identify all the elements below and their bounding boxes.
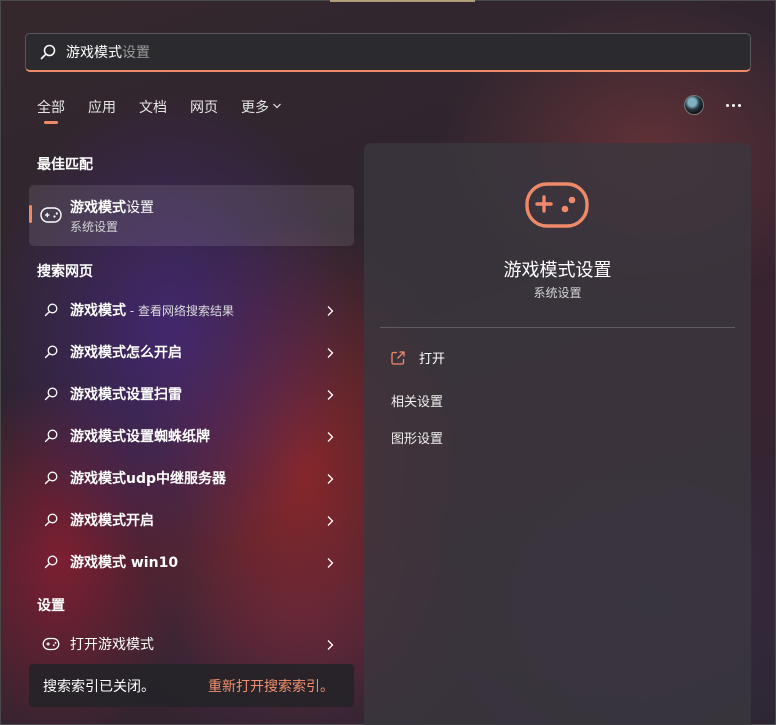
dot-icon [731,103,735,107]
search-icon [44,345,58,359]
related-settings-heading: 相关设置 [391,395,444,410]
web-result-label: 游戏模式开启 [70,510,154,530]
web-result-bold: 游戏模式udp中继服务器 [70,471,227,487]
search-typed-text: 游戏模式 [66,45,122,61]
web-result-bold: 游戏模式设置扫雷 [70,387,182,403]
web-result-item[interactable]: 游戏模式设置蜘蛛纸牌 [29,417,354,455]
web-search-heading: 搜索网页 [37,264,93,280]
best-match-title-rest: 设置 [126,200,154,216]
chevron-right-icon [327,306,334,316]
web-result-label: 游戏模式 win10 [70,552,178,572]
search-icon [44,471,58,485]
settings-heading: 设置 [37,598,65,614]
web-result-label: 游戏模式设置蜘蛛纸牌 [70,426,210,446]
search-suggestion-text: 设置 [122,45,150,61]
graphics-settings-link[interactable]: 图形设置 [391,428,443,447]
web-result-bold: 游戏模式开启 [70,513,154,529]
chevron-right-icon [327,516,334,526]
best-match-title-bold: 游戏模式 [70,200,126,216]
web-result-label: 游戏模式 - 查看网络搜索结果 [70,300,234,320]
chevron-right-icon [327,474,334,484]
detail-title: 游戏模式设置 [503,260,612,281]
web-result-item[interactable]: 游戏模式 win10 [29,543,354,581]
index-off-message: 搜索索引已关闭。 [43,678,155,695]
web-result-bold: 游戏模式怎么开启 [70,345,182,361]
web-result-bold: 游戏模式设置蜘蛛纸牌 [70,429,210,445]
tab-apps-label: 应用 [88,100,116,116]
search-icon [44,555,58,569]
web-result-rest: - 查看网络搜索结果 [126,304,234,318]
divider [380,327,735,328]
web-result-item[interactable]: 游戏模式开启 [29,501,354,539]
web-result-label: 游戏模式udp中继服务器 [70,468,226,488]
chevron-right-icon [327,348,334,358]
web-result-item[interactable]: 游戏模式怎么开启 [29,333,354,371]
chevron-down-icon [273,103,281,109]
filter-tabs: 全部 应用 文档 网页 更多 [37,97,305,125]
open-button[interactable]: 打开 [390,348,445,367]
web-result-bold: 游戏模式 win10 [70,555,179,571]
tab-web[interactable]: 网页 [190,97,218,125]
search-input[interactable]: 游戏模式 设置 [66,42,150,62]
best-match-subtitle: 系统设置 [70,220,119,234]
open-label: 打开 [419,352,446,367]
search-icon [44,429,58,443]
web-result-item[interactable]: 游戏模式udp中继服务器 [29,459,354,497]
search-icon [44,387,58,401]
search-box[interactable]: 游戏模式 设置 [25,33,751,72]
settings-result-label: 打开游戏模式 [70,637,154,653]
gamepad-icon [42,637,60,651]
best-match-title: 游戏模式设置 [70,197,154,217]
tab-all-label: 全部 [37,100,65,116]
chevron-right-icon [327,640,334,650]
dot-icon [725,103,729,107]
web-result-bold: 游戏模式 [70,303,126,319]
search-icon [44,303,58,317]
web-result-item[interactable]: 游戏模式设置扫雷 [29,375,354,413]
tab-web-label: 网页 [190,100,218,116]
tab-documents[interactable]: 文档 [139,97,167,125]
search-index-notice: 搜索索引已关闭。 重新打开搜索索引。 [29,664,354,707]
best-match-item[interactable]: 游戏模式设置 系统设置 [29,185,354,246]
tab-all[interactable]: 全部 [37,97,65,125]
tab-more-label: 更多 [241,100,269,116]
tab-apps[interactable]: 应用 [88,97,116,125]
tab-more[interactable]: 更多 [241,97,282,125]
web-result-label: 游戏模式设置扫雷 [70,384,182,404]
search-icon [40,44,56,60]
search-icon [44,513,58,527]
dot-icon [737,103,741,107]
chevron-right-icon [327,432,334,442]
tab-documents-label: 文档 [139,100,167,116]
reopen-index-link[interactable]: 重新打开搜索索引。 [208,676,334,696]
best-match-heading: 最佳匹配 [37,157,93,173]
top-glow [330,0,475,2]
chevron-right-icon [327,390,334,400]
web-result-label: 游戏模式怎么开启 [70,342,182,362]
detail-subtitle: 系统设置 [533,286,582,300]
web-result-item[interactable]: 游戏模式 - 查看网络搜索结果 [29,291,354,329]
gamepad-icon [525,182,589,228]
open-external-icon [391,350,405,365]
chevron-right-icon [327,558,334,568]
gamepad-icon [40,207,62,223]
detail-panel: 游戏模式设置 系统设置 打开 相关设置 图形设置 [364,143,751,725]
more-options-button[interactable] [722,96,744,114]
selection-indicator [29,205,32,223]
avatar[interactable] [684,95,704,115]
settings-result-item[interactable]: 打开游戏模式 [29,625,354,663]
